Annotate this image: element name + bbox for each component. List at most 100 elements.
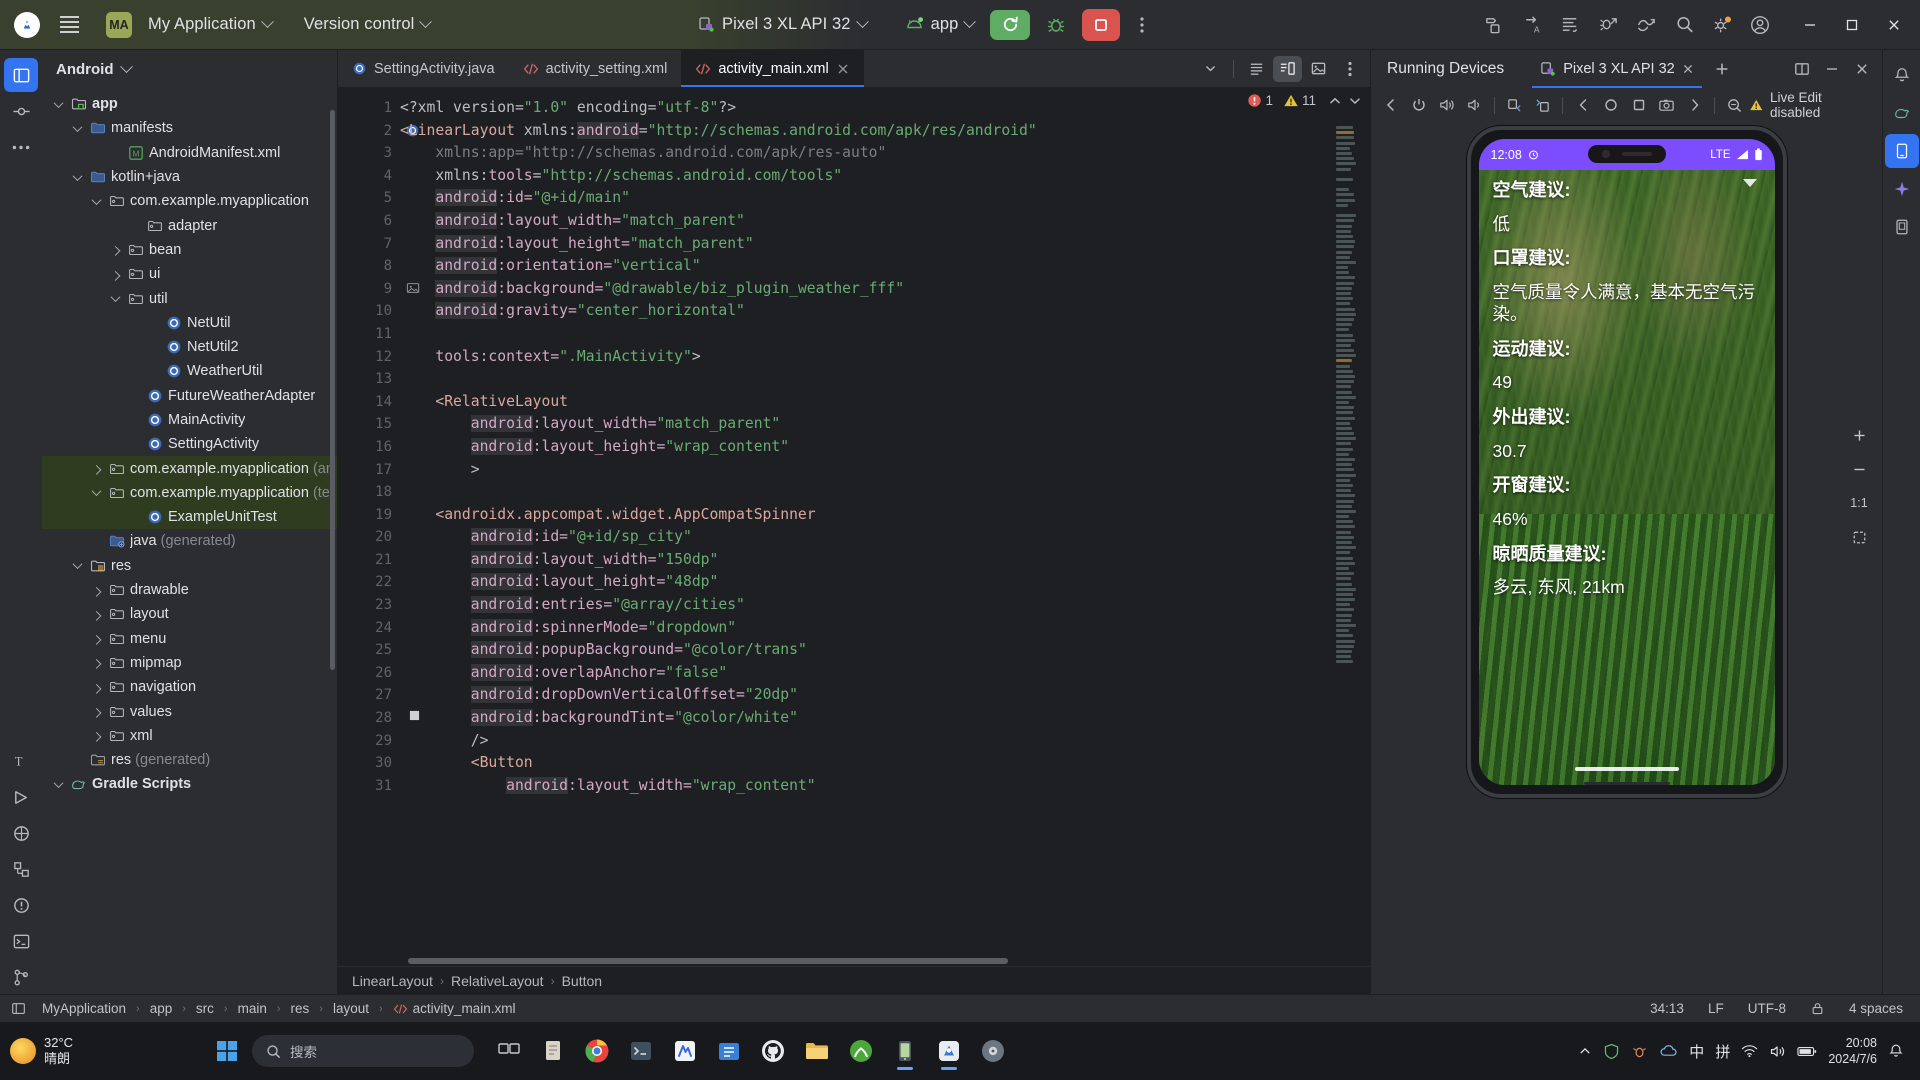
tree-node-ui[interactable]: ui xyxy=(42,262,337,286)
editor-tab-activity_main-xml[interactable]: activity_main.xml xyxy=(681,50,863,87)
spinner-dropdown-caret-icon[interactable] xyxy=(1743,179,1757,187)
wifi-icon[interactable] xyxy=(1741,1044,1758,1058)
code-minimap[interactable] xyxy=(1336,126,1356,936)
resource-manager-button[interactable] xyxy=(4,816,38,850)
ime-language-indicator[interactable]: 中 xyxy=(1689,1041,1704,1062)
code-line[interactable]: android:overlapAnchor="false" xyxy=(400,662,1370,685)
tree-node-values[interactable]: values xyxy=(42,699,337,723)
add-device-button[interactable] xyxy=(1708,56,1736,82)
code-line[interactable]: android:layout_width="match_parent" xyxy=(400,413,1370,436)
split-view-button[interactable] xyxy=(1273,56,1302,82)
stop-button[interactable] xyxy=(1082,9,1120,41)
project-selector[interactable]: MA My Application xyxy=(98,8,280,42)
chevron-right-icon[interactable] xyxy=(91,684,101,694)
chevron-right-icon[interactable] xyxy=(91,635,101,645)
settings-button[interactable] xyxy=(1704,7,1740,43)
code-line[interactable]: <LinearLayout xmlns:android="http://sche… xyxy=(400,120,1370,143)
code-line[interactable]: android:background="@drawable/biz_plugin… xyxy=(400,278,1370,301)
main-menu-hamburger-icon[interactable] xyxy=(52,8,86,42)
volume-down-button[interactable] xyxy=(1461,92,1488,118)
code-line[interactable]: android:entries="@array/cities" xyxy=(400,594,1370,617)
taskbar-app-android-studio[interactable] xyxy=(928,1030,970,1072)
tree-node-exampleunittest[interactable]: ExampleUnitTest xyxy=(42,505,337,529)
taskbar-app-editor[interactable] xyxy=(664,1030,706,1072)
chevron-down-icon[interactable] xyxy=(110,292,120,302)
status-breadcrumb-item[interactable]: src xyxy=(191,999,219,1018)
line-separator[interactable]: LF xyxy=(1703,999,1729,1018)
tree-node-layout[interactable]: layout xyxy=(42,602,337,626)
code-line[interactable]: xmlns:app="http://schemas.android.com/ap… xyxy=(400,142,1370,165)
maximize-window-button[interactable] xyxy=(1832,8,1872,42)
status-breadcrumb-item[interactable]: MyApplication xyxy=(37,999,131,1018)
tree-node-futureweatheradapter[interactable]: FutureWeatherAdapter xyxy=(42,384,337,408)
editor-more-button[interactable] xyxy=(1335,56,1364,82)
chevron-down-icon[interactable] xyxy=(72,122,82,132)
status-breadcrumb-item[interactable]: main xyxy=(233,999,272,1018)
tab-overflow-button[interactable] xyxy=(1196,56,1225,82)
running-devices-panel-button[interactable] xyxy=(1885,210,1919,244)
git-branch-button[interactable] xyxy=(4,960,38,994)
attach-debugger-button[interactable] xyxy=(1590,7,1626,43)
more-actions-button[interactable] xyxy=(1681,92,1708,118)
tree-node-menu[interactable]: menu xyxy=(42,627,337,651)
code-content[interactable]: <?xml version="1.0" encoding="utf-8"?><L… xyxy=(400,88,1370,966)
notifications-button[interactable] xyxy=(1885,58,1919,92)
device-home-button[interactable] xyxy=(1597,92,1624,118)
taskbar-app-file-explorer[interactable] xyxy=(796,1030,838,1072)
code-line[interactable]: tools:context=".MainActivity"> xyxy=(400,346,1370,369)
error-count-pill[interactable]: 1 xyxy=(1247,93,1273,108)
ime-mode-indicator[interactable]: 拼 xyxy=(1715,1041,1730,1062)
gradle-button[interactable] xyxy=(1885,96,1919,130)
code-line[interactable]: android:layout_width="match_parent" xyxy=(400,210,1370,233)
run-config-selector[interactable]: app xyxy=(897,11,983,38)
chevron-down-icon[interactable] xyxy=(91,487,101,497)
chevron-down-icon[interactable] xyxy=(72,171,82,181)
speaker-icon[interactable] xyxy=(1769,1044,1786,1059)
notification-icon[interactable] xyxy=(1888,1043,1904,1059)
chevron-right-icon[interactable] xyxy=(91,587,101,597)
tree-node-mainactivity[interactable]: MainActivity xyxy=(42,408,337,432)
taskbar-app-github[interactable] xyxy=(752,1030,794,1072)
project-tool-window-button[interactable] xyxy=(4,58,38,92)
chevron-down-icon[interactable] xyxy=(53,98,63,108)
taskbar-clock[interactable]: 20:08 2024/7/6 xyxy=(1828,1035,1877,1068)
code-line[interactable] xyxy=(400,481,1370,504)
horizontal-scrollbar[interactable] xyxy=(408,958,1008,964)
code-line[interactable]: android:gravity="center_horizontal" xyxy=(400,300,1370,323)
status-breadcrumb-item[interactable]: activity_main.xml xyxy=(388,999,521,1018)
minimize-panel-button[interactable] xyxy=(1818,56,1846,82)
breadcrumb-item[interactable]: Button xyxy=(562,973,602,989)
tree-node-res[interactable]: res (generated) xyxy=(42,748,337,772)
tree-node-bean[interactable]: bean xyxy=(42,238,337,262)
chevron-right-icon[interactable] xyxy=(110,271,120,281)
tree-node-com-example-myapplication[interactable]: com.example.myapplication xyxy=(42,189,337,213)
device-overview-button[interactable] xyxy=(1625,92,1652,118)
taskbar-app-chrome[interactable] xyxy=(576,1030,618,1072)
tree-node-com-example-myapplication[interactable]: com.example.myapplication (and xyxy=(42,456,337,480)
chevron-down-icon[interactable] xyxy=(72,559,82,569)
tree-node-drawable[interactable]: drawable xyxy=(42,578,337,602)
search-everywhere-button[interactable] xyxy=(1666,7,1702,43)
apply-code-changes-button[interactable] xyxy=(1552,7,1588,43)
gemini-assistant-button[interactable] xyxy=(1885,172,1919,206)
run-tool-window-button[interactable] xyxy=(4,780,38,814)
code-line[interactable]: /> xyxy=(400,730,1370,753)
code-line[interactable]: android:layout_width="150dp" xyxy=(400,549,1370,572)
build-variants-button[interactable] xyxy=(4,852,38,886)
chevron-right-icon[interactable] xyxy=(91,611,101,621)
tree-node-netutil2[interactable]: NetUtil2 xyxy=(42,335,337,359)
code-line[interactable]: android:dropDownVerticalOffset="20dp" xyxy=(400,684,1370,707)
code-line[interactable]: android:spinnerMode="dropdown" xyxy=(400,617,1370,640)
chevron-right-icon[interactable] xyxy=(91,732,101,742)
code-line[interactable]: <?xml version="1.0" encoding="utf-8"?> xyxy=(400,97,1370,120)
more-run-options[interactable] xyxy=(1124,7,1160,43)
taskbar-app-store[interactable] xyxy=(708,1030,750,1072)
code-view-button[interactable] xyxy=(1242,56,1271,82)
chevron-up-icon[interactable] xyxy=(1328,94,1342,108)
close-window-button[interactable] xyxy=(1874,8,1914,42)
build-make-project-button[interactable] xyxy=(1476,7,1512,43)
rotate-right-button[interactable] xyxy=(1529,92,1556,118)
breadcrumb-item[interactable]: LinearLayout xyxy=(352,973,433,989)
device-manager-button[interactable] xyxy=(1885,134,1919,168)
apply-changes-button[interactable]: A xyxy=(1514,7,1550,43)
